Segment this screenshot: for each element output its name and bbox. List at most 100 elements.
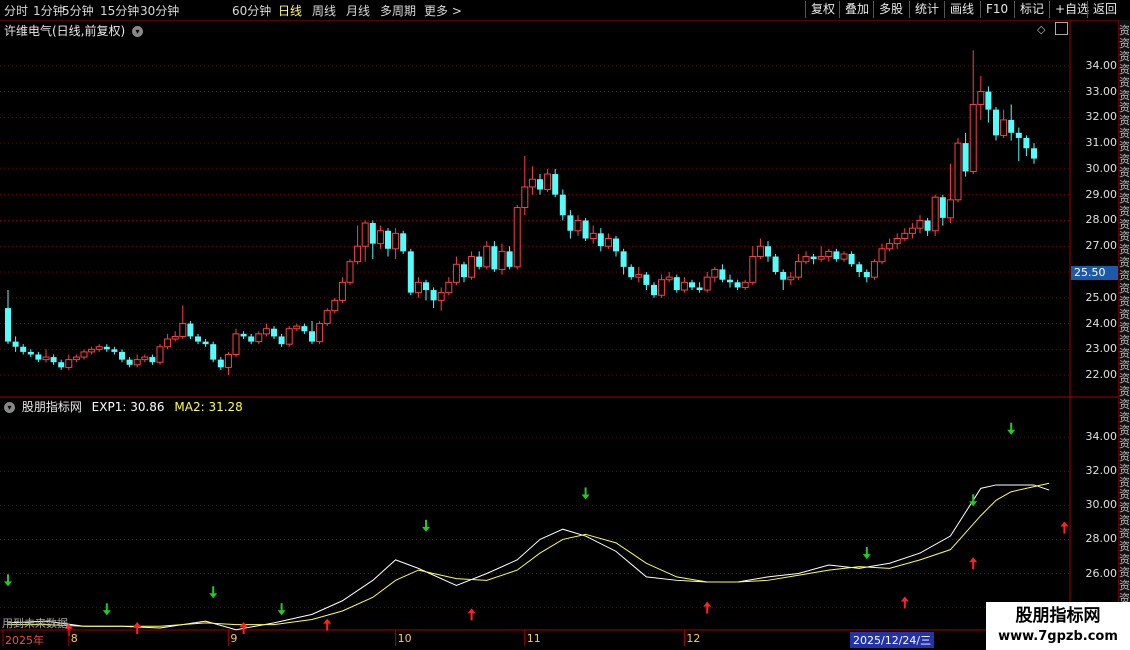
candle-body-down [1031,148,1037,159]
side-strip-char: 资 [1119,527,1130,541]
date-tick-label: 8 [70,632,78,645]
candle-body-up [749,256,757,283]
candle-body-down [195,336,201,342]
sell-signal-arrow [581,487,590,500]
candle-body-up [179,323,187,337]
candle-body-up [544,173,552,191]
candle-body-down [491,246,498,270]
side-strip-char: 资 [1119,101,1130,115]
candle-body-down [149,357,156,363]
buy-signal-arrow [969,557,978,570]
candle-body-down [111,349,118,352]
candle-body-up [711,268,719,278]
side-strip-char: 资 [1119,140,1130,154]
candle-body-up [931,196,939,232]
candle-body-down [301,326,308,332]
candle-body-up [80,351,88,358]
buy-signal-arrow [133,622,142,634]
buy-signal-arrow [900,596,909,609]
indicator-y-tick-label: 30.00 [1085,498,1118,512]
candle-body-down [217,359,224,368]
candle-body-up [528,178,536,188]
candle-body-down [582,220,589,239]
side-strip-char: 资 [1119,191,1130,205]
candle-body-up [802,256,810,263]
candle-body-down [430,290,437,301]
candle-body-down [5,308,11,342]
side-strip-char: 资 [1119,62,1130,76]
candle-body-up [95,346,103,350]
side-strip-char: 资 [1119,49,1130,63]
main-y-tick-label: 22.00 [1085,368,1118,382]
candle-body-up [323,310,331,325]
candle-body-up [756,245,764,258]
indicator-y-tick-label: 34.00 [1085,430,1118,444]
date-tick-label: 12 [686,632,701,645]
candle-body-up [42,356,50,361]
candle-body-up [680,281,688,291]
buy-signal-arrow [323,618,332,631]
side-strip-char: 资 [1119,294,1130,308]
candle-body-up [954,142,962,201]
side-strip-char: 资 [1119,436,1130,450]
candle-body-down [119,351,125,360]
indicator-y-tick-label: 26.00 [1085,566,1118,580]
side-strip-char: 资 [1119,488,1130,502]
candle-body-down [939,197,946,218]
candle-body-up [521,186,529,209]
candle-body-up [338,281,346,301]
candle-body-up [414,281,422,294]
candle-body-up [156,346,164,363]
side-strip-char: 资 [1119,243,1130,257]
candle-body-down [506,251,513,267]
side-strip-char: 资 [1119,449,1130,463]
candle-body-down [597,233,604,247]
candle-body-down [271,328,277,337]
candle-body-down [620,251,627,267]
sell-signal-arrow [4,574,12,587]
main-y-tick-label: 34.00 [1085,58,1118,72]
candle-body-up [316,323,324,343]
candle-body-up [224,353,232,368]
candle-body-down [35,354,42,360]
candle-body-up [969,103,977,172]
date-cursor-label: 2025/12/24/三 [850,632,935,648]
sell-signal-arrow [1007,422,1016,435]
candle-body-up [901,232,909,239]
candle-body-up [916,219,924,229]
side-strip-char: 资 [1119,385,1130,399]
candle-body-down [103,346,110,350]
candle-body-down [248,336,255,342]
candle-body-down [780,272,787,280]
side-strip-char: 资 [1119,36,1130,50]
candle-body-up [392,232,400,250]
candle-body-down [689,282,695,288]
candle-body-up [437,292,445,301]
candle-body-down [727,279,733,283]
side-strip-char: 资 [1119,165,1130,179]
candle-body-up [133,359,141,366]
candle-body-down [993,109,999,136]
candle-body-up [741,281,749,288]
buy-signal-arrow [467,608,476,621]
side-strip-char: 资 [1119,462,1130,476]
side-strip-char: 资 [1119,230,1130,244]
side-strip-char: 资 [1119,307,1130,321]
date-tick-label: 10 [397,632,412,645]
candle-body-up [1000,119,1008,136]
candle-body-down [734,282,741,288]
side-strip-char: 资 [1119,359,1130,373]
side-strip-char: 资 [1119,24,1130,37]
sell-signal-arrow [209,586,218,599]
indicator-y-tick-label: 28.00 [1085,532,1118,546]
date-tick-label: 9 [230,632,238,645]
candle-body-down [719,269,726,280]
candle-body-down [400,233,407,252]
side-strip-char: 资 [1119,333,1130,347]
side-strip-char: 资 [1119,475,1130,489]
candle-body-down [628,266,635,278]
candle-body-down [985,91,992,110]
chart-canvas[interactable] [0,0,1130,650]
watermark-url: www.7gpzb.com [998,629,1118,644]
future-data-note: 用到未来数据 [2,617,68,630]
